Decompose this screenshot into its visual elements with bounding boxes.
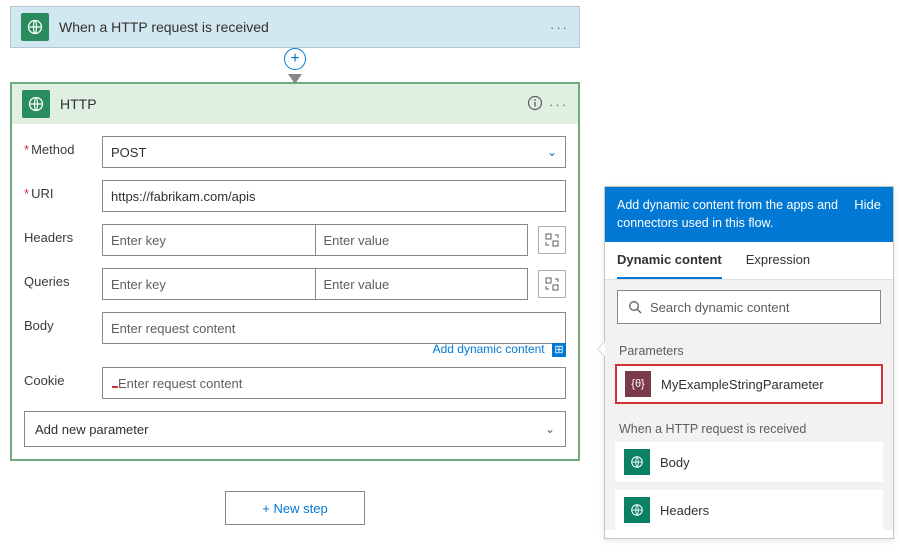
dc-search-input[interactable]: Search dynamic content <box>617 290 881 324</box>
dc-item-body[interactable]: Body <box>615 442 883 482</box>
http-action-title: HTTP <box>60 96 527 112</box>
parameter-icon: {θ} <box>625 371 651 397</box>
queries-label: Queries <box>24 268 102 289</box>
http-icon <box>624 497 650 523</box>
queries-mode-toggle[interactable] <box>538 270 566 298</box>
headers-value-input[interactable]: Enter value <box>315 224 529 256</box>
chevron-down-icon: ⌄ <box>547 145 557 159</box>
method-select[interactable]: POST ⌄ <box>102 136 566 168</box>
headers-mode-toggle[interactable] <box>538 226 566 254</box>
dc-item-headers[interactable]: Headers <box>615 490 883 530</box>
uri-input[interactable]: https://fabrikam.com/apis <box>102 180 566 212</box>
add-dynamic-content-link[interactable]: Add dynamic content ⊞ <box>102 342 566 357</box>
tab-expression[interactable]: Expression <box>746 242 810 279</box>
globe-icon <box>22 90 50 118</box>
connector: + <box>10 48 580 84</box>
search-icon <box>628 300 642 314</box>
cookie-input[interactable]: Enter request content <box>102 367 566 399</box>
dynamic-content-panel: Add dynamic content from the apps and co… <box>604 186 894 539</box>
dc-banner: Add dynamic content from the apps and co… <box>617 197 846 232</box>
uri-value: https://fabrikam.com/apis <box>111 189 256 204</box>
add-step-icon[interactable]: + <box>284 48 306 70</box>
method-value: POST <box>111 145 146 160</box>
queries-key-input[interactable]: Enter key <box>102 268 315 300</box>
headers-key-input[interactable]: Enter key <box>102 224 315 256</box>
hide-button[interactable]: Hide <box>854 197 881 212</box>
new-step-button[interactable]: + New step <box>225 491 365 525</box>
trigger-title: When a HTTP request is received <box>59 19 550 35</box>
dc-item-parameter[interactable]: {θ} MyExampleStringParameter <box>615 364 883 404</box>
tab-dynamic-content[interactable]: Dynamic content <box>617 242 722 279</box>
http-more-icon[interactable]: ··· <box>549 97 568 112</box>
trigger-more-icon[interactable]: ··· <box>550 20 569 35</box>
add-new-parameter-select[interactable]: Add new parameter ⌄ <box>24 411 566 447</box>
headers-label: Headers <box>24 224 102 245</box>
trigger-card[interactable]: When a HTTP request is received ··· <box>10 6 580 48</box>
http-action-header[interactable]: HTTP ··· <box>12 84 578 124</box>
body-label: Body <box>24 312 102 333</box>
cookie-label: Cookie <box>24 367 102 388</box>
uri-label: URI <box>24 180 102 201</box>
plus-icon: ⊞ <box>552 343 566 357</box>
globe-icon <box>21 13 49 41</box>
dc-group-parameters: Parameters <box>605 334 893 364</box>
info-icon[interactable] <box>527 95 543 114</box>
chevron-down-icon: ⌄ <box>545 422 555 436</box>
method-label: Method <box>24 136 102 157</box>
http-icon <box>624 449 650 475</box>
callout-arrow-icon <box>597 341 605 357</box>
body-input[interactable]: Enter request content <box>102 312 566 344</box>
arrow-down-icon <box>288 74 302 84</box>
http-action-card: HTTP ··· Method POST ⌄ URI <box>10 82 580 461</box>
dc-group-trigger: When a HTTP request is received <box>605 412 893 442</box>
queries-value-input[interactable]: Enter value <box>315 268 529 300</box>
